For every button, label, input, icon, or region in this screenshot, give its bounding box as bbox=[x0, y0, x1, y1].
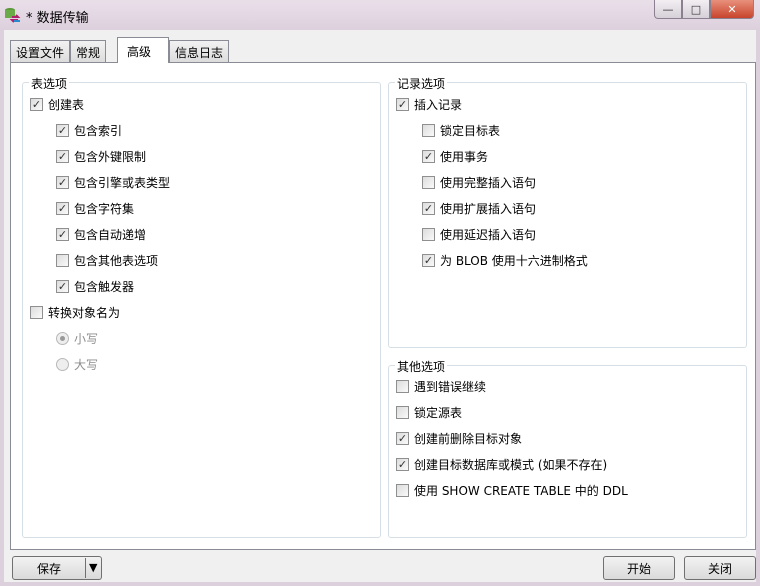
window-title: * 数据传输 bbox=[26, 11, 89, 26]
label: 插入记录 bbox=[414, 98, 463, 112]
label: 包含索引 bbox=[74, 124, 123, 138]
record-option-checkbox[interactable]: ✓ 使用事务 bbox=[422, 148, 488, 165]
checkbox-icon: ✓ bbox=[30, 98, 43, 111]
tab-advanced[interactable]: 高级 bbox=[117, 37, 169, 63]
label: 创建目标数据库或模式 (如果不存在) bbox=[414, 458, 608, 472]
checkbox-icon: ✓ bbox=[422, 202, 435, 215]
checkbox-icon: ✓ bbox=[56, 280, 69, 293]
label: 包含自动递增 bbox=[74, 228, 147, 242]
checkbox-icon bbox=[30, 306, 43, 319]
group-title: 其他选项 bbox=[395, 358, 448, 375]
label: 转换对象名为 bbox=[48, 306, 121, 320]
data-transfer-icon bbox=[5, 8, 21, 23]
dropdown-arrow-icon[interactable]: ▼ bbox=[85, 558, 97, 578]
save-button[interactable]: 保存 ▼ bbox=[12, 556, 102, 580]
label: 大写 bbox=[74, 358, 99, 372]
table-option-checkbox[interactable]: ✓ 包含外键限制 bbox=[56, 148, 146, 165]
checkbox-icon: ✓ bbox=[56, 228, 69, 241]
label: 使用延迟插入语句 bbox=[440, 228, 537, 242]
table-options-group: 表选项 ✓ 创建表 ✓ 包含索引 ✓ 包含外键限制 ✓ 包含引擎或表类型 ✓ 包含字符集 ✓ 包含自… bbox=[22, 75, 381, 538]
table-option-checkbox[interactable]: 包含其他表选项 bbox=[56, 252, 158, 269]
group-title: 记录选项 bbox=[395, 75, 448, 92]
label: 使用完整插入语句 bbox=[440, 176, 537, 190]
checkbox-icon bbox=[396, 406, 409, 419]
tab-profile[interactable]: 设置文件 bbox=[10, 40, 71, 62]
checkbox-icon: ✓ bbox=[56, 150, 69, 163]
checkbox-icon bbox=[422, 124, 435, 137]
group-title: 表选项 bbox=[29, 75, 70, 92]
label: 遇到错误继续 bbox=[414, 380, 487, 394]
checkbox-icon bbox=[422, 228, 435, 241]
table-option-checkbox[interactable]: ✓ 包含自动递增 bbox=[56, 226, 146, 243]
checkbox-icon: ✓ bbox=[396, 98, 409, 111]
radio-uppercase[interactable]: 大写 bbox=[56, 356, 98, 373]
label: 小写 bbox=[74, 332, 99, 346]
label: 锁定目标表 bbox=[440, 124, 501, 138]
minimize-button[interactable]: — bbox=[654, 0, 682, 19]
checkbox-icon: ✓ bbox=[56, 202, 69, 215]
record-option-checkbox[interactable]: ✓ 为 BLOB 使用十六进制格式 bbox=[422, 252, 588, 269]
other-option-checkbox[interactable]: ✓ 创建前删除目标对象 bbox=[396, 430, 522, 447]
record-option-checkbox[interactable]: ✓ 使用扩展插入语句 bbox=[422, 200, 536, 217]
label: 创建表 bbox=[48, 98, 85, 112]
checkbox-icon: ✓ bbox=[56, 124, 69, 137]
radio-lowercase[interactable]: 小写 bbox=[56, 330, 98, 347]
checkbox-icon: ✓ bbox=[56, 176, 69, 189]
label: 创建前删除目标对象 bbox=[414, 432, 523, 446]
label: 锁定源表 bbox=[414, 406, 463, 420]
checkbox-icon: ✓ bbox=[422, 254, 435, 267]
table-option-checkbox[interactable]: ✓ 包含引擎或表类型 bbox=[56, 174, 170, 191]
table-option-checkbox[interactable]: ✓ 包含触发器 bbox=[56, 278, 134, 295]
tab-general[interactable]: 常规 bbox=[70, 40, 107, 62]
record-option-checkbox[interactable]: 使用延迟插入语句 bbox=[422, 226, 536, 243]
record-option-checkbox[interactable]: 锁定目标表 bbox=[422, 122, 500, 139]
start-button[interactable]: 开始 bbox=[603, 556, 675, 580]
create-table-checkbox[interactable]: ✓ 创建表 bbox=[30, 96, 84, 113]
checkbox-icon: ✓ bbox=[422, 150, 435, 163]
checkbox-icon bbox=[422, 176, 435, 189]
radio-icon bbox=[56, 358, 69, 371]
table-option-checkbox[interactable]: ✓ 包含索引 bbox=[56, 122, 122, 139]
label: 包含触发器 bbox=[74, 280, 135, 294]
save-label: 保存 bbox=[36, 561, 61, 576]
checkbox-icon bbox=[396, 380, 409, 393]
checkbox-icon bbox=[396, 484, 409, 497]
radio-icon bbox=[56, 332, 69, 345]
other-option-checkbox[interactable]: 遇到错误继续 bbox=[396, 378, 486, 395]
record-option-checkbox[interactable]: 使用完整插入语句 bbox=[422, 174, 536, 191]
other-options-group: 其他选项 遇到错误继续 锁定源表 ✓ 创建前删除目标对象 ✓ 创建目标数据库或模式 (如果… bbox=[388, 358, 747, 538]
record-options-group: 记录选项 ✓ 插入记录 锁定目标表 ✓ 使用事务 使用完整插入语句 ✓ 使用扩展插入语句 使用… bbox=[388, 75, 747, 348]
close-window-button[interactable]: ✕ bbox=[710, 0, 754, 19]
label: 使用扩展插入语句 bbox=[440, 202, 537, 216]
label: 为 BLOB 使用十六进制格式 bbox=[440, 254, 588, 268]
label: 使用 SHOW CREATE TABLE 中的 DDL bbox=[414, 484, 628, 498]
tab-log[interactable]: 信息日志 bbox=[169, 40, 230, 62]
label: 包含外键限制 bbox=[74, 150, 147, 164]
label: 包含引擎或表类型 bbox=[74, 176, 171, 190]
close-button[interactable]: 关闭 bbox=[684, 556, 756, 580]
other-option-checkbox[interactable]: ✓ 创建目标数据库或模式 (如果不存在) bbox=[396, 456, 607, 473]
insert-records-checkbox[interactable]: ✓ 插入记录 bbox=[396, 96, 462, 113]
maximize-button[interactable]: □ bbox=[682, 0, 710, 19]
label: 使用事务 bbox=[440, 150, 489, 164]
checkbox-icon bbox=[56, 254, 69, 267]
other-option-checkbox[interactable]: 使用 SHOW CREATE TABLE 中的 DDL bbox=[396, 482, 628, 499]
table-option-checkbox[interactable]: ✓ 包含字符集 bbox=[56, 200, 134, 217]
other-option-checkbox[interactable]: 锁定源表 bbox=[396, 404, 462, 421]
checkbox-icon: ✓ bbox=[396, 432, 409, 445]
client-area: 设置文件 常规 高级 信息日志 表选项 ✓ 创建表 ✓ 包含索引 ✓ 包含外键限制 ✓ 包含… bbox=[4, 30, 756, 582]
convert-names-checkbox[interactable]: 转换对象名为 bbox=[30, 304, 120, 321]
checkbox-icon: ✓ bbox=[396, 458, 409, 471]
label: 包含其他表选项 bbox=[74, 254, 159, 268]
label: 包含字符集 bbox=[74, 202, 135, 216]
title-bar: * 数据传输 — □ ✕ bbox=[0, 0, 760, 30]
advanced-panel: 表选项 ✓ 创建表 ✓ 包含索引 ✓ 包含外键限制 ✓ 包含引擎或表类型 ✓ 包含字符集 ✓ 包含自… bbox=[10, 62, 756, 550]
